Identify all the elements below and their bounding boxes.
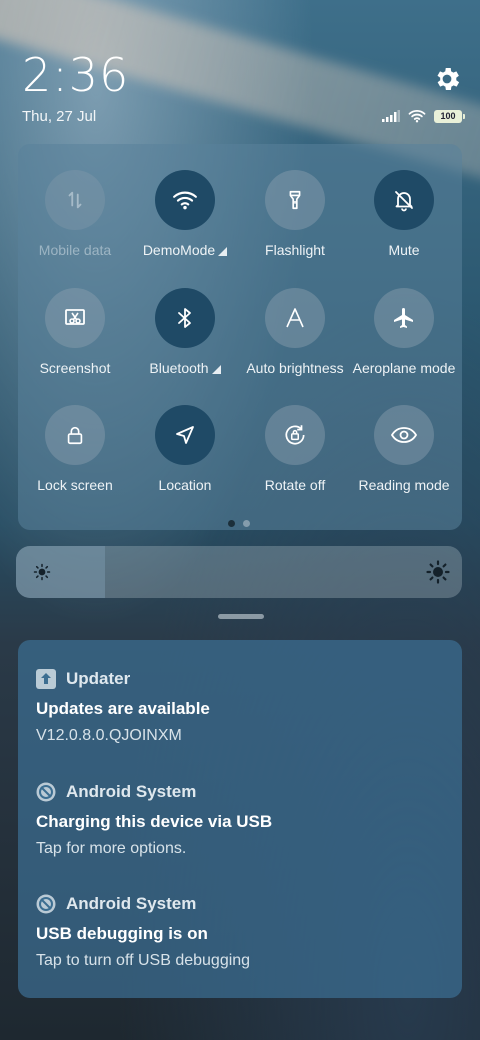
battery-icon: 100 <box>434 109 465 123</box>
tile-label: Rotate off <box>265 477 325 493</box>
signal-icon <box>382 110 400 122</box>
tile-label-text: Location <box>158 477 212 493</box>
tile-label-text: Bluetooth <box>149 360 209 376</box>
tile-label-text: Mobile data <box>38 242 112 258</box>
tile-flashlight[interactable]: Flashlight <box>240 170 350 280</box>
updater-icon <box>36 669 56 689</box>
notification-title: Charging this device via USB <box>36 812 273 831</box>
notification-title: Updates are available <box>36 699 210 718</box>
tile-label-text: Reading mode <box>358 477 450 493</box>
tile-screenshot[interactable]: Screenshot <box>20 288 130 398</box>
tile-label-text: Auto brightness <box>246 360 344 376</box>
notification-title: USB debugging is on <box>36 924 208 943</box>
status-bar-icons: 100 <box>382 108 465 124</box>
brightness-low-icon <box>33 563 51 581</box>
brightness-high-icon <box>426 560 450 584</box>
settings-gear-icon[interactable] <box>432 64 462 94</box>
notification-usb-charging[interactable]: Android System Charging this device via … <box>36 781 446 858</box>
rotate-lock-icon <box>265 405 325 465</box>
tile-label: Mute <box>388 242 419 258</box>
expand-indicator-icon <box>218 246 228 256</box>
tile-label: Flashlight <box>265 242 325 258</box>
mobile-data-icon <box>45 170 105 230</box>
battery-level: 100 <box>440 111 456 121</box>
tile-auto-brightness[interactable]: Auto brightness <box>240 288 350 398</box>
tile-mute[interactable]: Mute <box>349 170 459 280</box>
location-icon <box>155 405 215 465</box>
tile-label-text: Aeroplane mode <box>352 360 456 376</box>
flashlight-icon <box>265 170 325 230</box>
notification-app-name: Android System <box>66 782 197 801</box>
tile-aeroplane-mode[interactable]: Aeroplane mode <box>349 288 459 398</box>
expand-indicator-icon <box>211 364 221 374</box>
tile-label-text: DemoMode <box>142 242 216 258</box>
android-system-icon <box>36 782 56 802</box>
notification-updater[interactable]: Updater Updates are available V12.0.8.0.… <box>36 668 446 745</box>
tile-demomode[interactable]: DemoMode <box>130 170 240 280</box>
bell-off-icon <box>374 170 434 230</box>
brightness-fill <box>16 546 106 598</box>
page-dot-1 <box>228 520 235 527</box>
auto-brightness-icon <box>265 288 325 348</box>
tile-lock-screen[interactable]: Lock screen <box>20 405 130 515</box>
tile-label: Aeroplane mode <box>353 360 456 376</box>
lock-icon <box>45 405 105 465</box>
tile-label: Lock screen <box>37 477 112 493</box>
tile-label-text: Screenshot <box>39 360 111 376</box>
page-indicator <box>228 520 250 527</box>
drag-handle[interactable] <box>218 614 264 619</box>
notification-app-name: Android System <box>66 894 197 913</box>
tile-label-text: Lock screen <box>37 477 113 493</box>
clock: 2:36 <box>22 48 130 102</box>
notification-text: Tap for more options. <box>36 840 187 857</box>
tile-label: DemoMode <box>142 242 228 258</box>
wifi-status-icon <box>408 109 426 123</box>
tile-mobile-data[interactable]: Mobile data <box>20 170 130 280</box>
eye-icon <box>374 405 434 465</box>
date: Thu, 27 Jul <box>22 108 97 125</box>
wifi-icon <box>155 170 215 230</box>
tile-label-text: Flashlight <box>265 242 325 258</box>
tile-label: Bluetooth <box>149 360 221 376</box>
tile-label: Reading mode <box>358 477 449 493</box>
tile-reading-mode[interactable]: Reading mode <box>349 405 459 515</box>
tile-label-text: Rotate off <box>264 477 326 493</box>
tile-label-text: Mute <box>388 242 420 258</box>
tile-label: Auto brightness <box>246 360 343 376</box>
notification-text: V12.0.8.0.QJOINXM <box>36 727 182 744</box>
brightness-slider[interactable] <box>16 546 462 598</box>
tile-label: Mobile data <box>39 242 111 258</box>
bluetooth-icon <box>155 288 215 348</box>
tile-location[interactable]: Location <box>130 405 240 515</box>
notification-text: Tap to turn off USB debugging <box>36 952 251 969</box>
android-system-icon <box>36 894 56 914</box>
tile-label: Screenshot <box>40 360 111 376</box>
notification-usb-debugging[interactable]: Android System USB debugging is on Tap t… <box>36 893 446 970</box>
tile-label: Location <box>159 477 212 493</box>
screenshot-icon <box>45 288 105 348</box>
tile-rotate-off[interactable]: Rotate off <box>240 405 350 515</box>
tile-bluetooth[interactable]: Bluetooth <box>130 288 240 398</box>
page-dot-2 <box>243 520 250 527</box>
notification-app-name: Updater <box>66 669 131 688</box>
airplane-icon <box>374 288 434 348</box>
